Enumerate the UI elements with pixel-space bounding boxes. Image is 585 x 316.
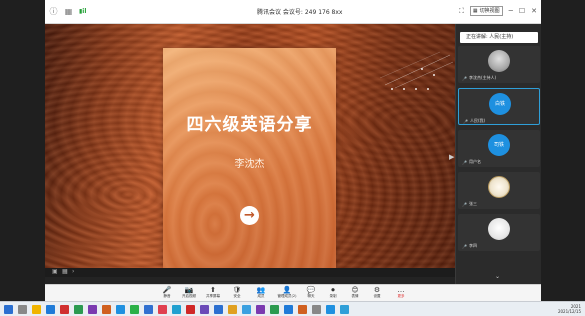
- reactions-button[interactable]: 😊 表情: [343, 286, 367, 299]
- participant-tile[interactable]: 白铁 🎤 人民(我): [458, 88, 540, 125]
- avatar: 白铁: [489, 93, 511, 115]
- app-icon[interactable]: [74, 305, 83, 314]
- tencent-meeting-icon[interactable]: [340, 305, 349, 314]
- grid-small-icon[interactable]: ▦: [62, 268, 68, 275]
- app-icon[interactable]: [144, 305, 153, 314]
- app-icon[interactable]: [312, 305, 321, 314]
- mic-icon: 🎤: [463, 118, 468, 124]
- participant-tile[interactable]: 司铁 🎤 用户名: [458, 130, 540, 167]
- manage-members-button[interactable]: 👤 管理成员(2): [275, 286, 299, 299]
- people-icon: 👥: [256, 286, 266, 294]
- smile-icon: 😊: [351, 286, 359, 294]
- app-icon[interactable]: [186, 305, 195, 314]
- app-icon[interactable]: [228, 305, 237, 314]
- more-button[interactable]: … 更多: [389, 286, 413, 299]
- avatar: [488, 176, 510, 198]
- app-icon[interactable]: [298, 305, 307, 314]
- participant-tile[interactable]: 🎤 张三: [458, 172, 540, 209]
- window-body: 四六级英语分享 李沈杰 → ▶ ▣ ▦ › 正在讲解: 人民(主持) 🎤 李沈杰(…: [45, 0, 541, 301]
- share-screen-button[interactable]: ⬆ 共享屏幕: [201, 286, 225, 299]
- share-icon: ⬆: [210, 286, 216, 294]
- app-icon[interactable]: [200, 305, 209, 314]
- browser-icon[interactable]: [46, 305, 55, 314]
- wechat-icon[interactable]: [130, 305, 139, 314]
- avatar: [488, 218, 510, 240]
- person-icon: 👤: [282, 286, 292, 294]
- participants-panel: 正在讲解: 人民(主持) 🎤 李沈杰(主持人) 白铁 🎤 人民(我) 司铁 🎤 用户名…: [455, 24, 541, 284]
- app-icon[interactable]: [116, 305, 125, 314]
- stage-status-bar: ▣ ▦ ›: [45, 268, 455, 277]
- mic-icon: 🎤: [462, 159, 467, 165]
- chevron-right-icon[interactable]: ›: [72, 268, 74, 275]
- slide-title: 四六级英语分享: [186, 115, 313, 135]
- folder-icon[interactable]: [32, 305, 41, 314]
- mic-icon: 🎤: [462, 243, 467, 249]
- record-button[interactable]: ⏺ 录制: [321, 286, 345, 299]
- app-icon[interactable]: [88, 305, 97, 314]
- app-icon[interactable]: [326, 305, 335, 314]
- chat-bubble-icon: 💬: [306, 286, 316, 294]
- presentation-slide: 四六级英语分享 李沈杰 →: [163, 48, 336, 268]
- participant-tile[interactable]: 🎤 李四: [458, 214, 540, 251]
- app-icon[interactable]: [158, 305, 167, 314]
- avatar: [488, 50, 510, 72]
- mic-icon: 🎤: [162, 286, 172, 294]
- app-icon[interactable]: [102, 305, 111, 314]
- mute-button[interactable]: 🎤 静音: [155, 286, 179, 299]
- gear-icon: ⚙: [373, 286, 381, 294]
- app-icon[interactable]: [270, 305, 279, 314]
- app-icon[interactable]: [60, 305, 69, 314]
- app-icon[interactable]: [256, 305, 265, 314]
- camera-icon: 📷: [184, 286, 194, 294]
- clock-date: 2021/12/15: [557, 309, 581, 314]
- app-icon[interactable]: [214, 305, 223, 314]
- speaking-indicator: 正在讲解: 人民(主持): [460, 32, 538, 43]
- system-tray: 2021 2021/12/15: [558, 304, 581, 314]
- more-icon: …: [397, 286, 405, 294]
- mic-icon: 🎤: [462, 75, 467, 81]
- mic-icon: 🎤: [462, 201, 467, 207]
- record-icon: ⏺: [331, 286, 335, 294]
- meeting-toolbar: 🎤 静音 📷 开启视频 ⬆ 共享屏幕 🛡 安全 👥 成员 👤 管理成员(2) 💬 聊天 ⏺ 录制…: [45, 284, 541, 301]
- chat-icon[interactable]: ▣: [52, 268, 58, 275]
- slide-author: 李沈杰: [234, 159, 265, 170]
- os-taskbar: 2021 2021/12/15: [0, 301, 585, 316]
- participant-tile[interactable]: 🎤 李沈杰(主持人): [458, 46, 540, 83]
- app-icon[interactable]: [172, 305, 181, 314]
- app-icon[interactable]: [242, 305, 251, 314]
- start-icon[interactable]: [4, 305, 13, 314]
- members-button[interactable]: 👥 成员: [249, 286, 273, 299]
- video-button[interactable]: 📷 开启视频: [177, 286, 201, 299]
- search-icon[interactable]: [18, 305, 27, 314]
- avatar: 司铁: [488, 134, 510, 156]
- chevron-down-icon[interactable]: ⌄: [495, 273, 500, 280]
- arrow-right-icon[interactable]: →: [240, 206, 259, 225]
- chat-button[interactable]: 💬 聊天: [299, 286, 323, 299]
- decorative-dots: [381, 60, 451, 100]
- app-icon[interactable]: [284, 305, 293, 314]
- security-button[interactable]: 🛡 安全: [225, 286, 249, 299]
- shield-icon: 🛡: [232, 286, 242, 294]
- settings-button[interactable]: ⚙ 设置: [365, 286, 389, 299]
